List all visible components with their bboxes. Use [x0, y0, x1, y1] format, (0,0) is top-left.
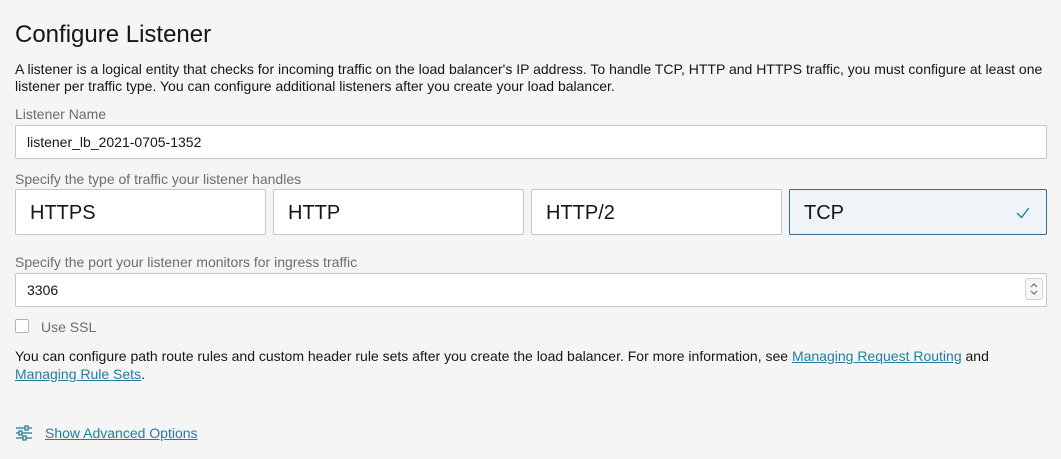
managing-rule-sets-link[interactable]: Managing Rule Sets [15, 366, 141, 382]
routing-info-text: You can configure path route rules and c… [15, 347, 1045, 383]
routing-info-text-before: You can configure path route rules and c… [15, 348, 792, 364]
traffic-tile-https[interactable]: HTTPS [15, 189, 266, 235]
page-title: Configure Listener [15, 21, 212, 48]
routing-info-text-after: . [141, 366, 145, 382]
listener-name-label: Listener Name [15, 106, 107, 122]
traffic-tile-http2[interactable]: HTTP/2 [531, 189, 782, 235]
tile-label: HTTP/2 [546, 202, 615, 224]
use-ssl-checkbox[interactable] [15, 319, 29, 333]
show-advanced-options-link[interactable]: Show Advanced Options [45, 424, 198, 442]
sliders-icon [16, 425, 32, 441]
traffic-tile-tcp[interactable]: TCP [789, 189, 1047, 235]
port-input[interactable] [15, 273, 1047, 307]
configure-listener-page: Configure Listener A listener is a logic… [0, 0, 1061, 459]
stepper-arrows-icon [1030, 283, 1038, 295]
checkmark-icon [1016, 207, 1030, 219]
traffic-type-tiles: HTTPS HTTP HTTP/2 TCP [15, 189, 1047, 235]
routing-info-text-middle: and [961, 348, 989, 364]
port-stepper[interactable] [1025, 278, 1043, 300]
traffic-tile-http[interactable]: HTTP [273, 189, 524, 235]
intro-description: A listener is a logical entity that chec… [15, 61, 1043, 94]
listener-name-input[interactable] [15, 125, 1047, 159]
traffic-type-label: Specify the type of traffic your listene… [15, 171, 302, 187]
tile-label: TCP [804, 202, 844, 224]
managing-request-routing-link[interactable]: Managing Request Routing [792, 348, 962, 364]
tile-label: HTTP [288, 202, 341, 224]
port-field [15, 273, 1047, 307]
port-label: Specify the port your listener monitors … [15, 254, 358, 270]
tile-label: HTTPS [30, 202, 96, 224]
use-ssl-label: Use SSL [41, 319, 97, 335]
